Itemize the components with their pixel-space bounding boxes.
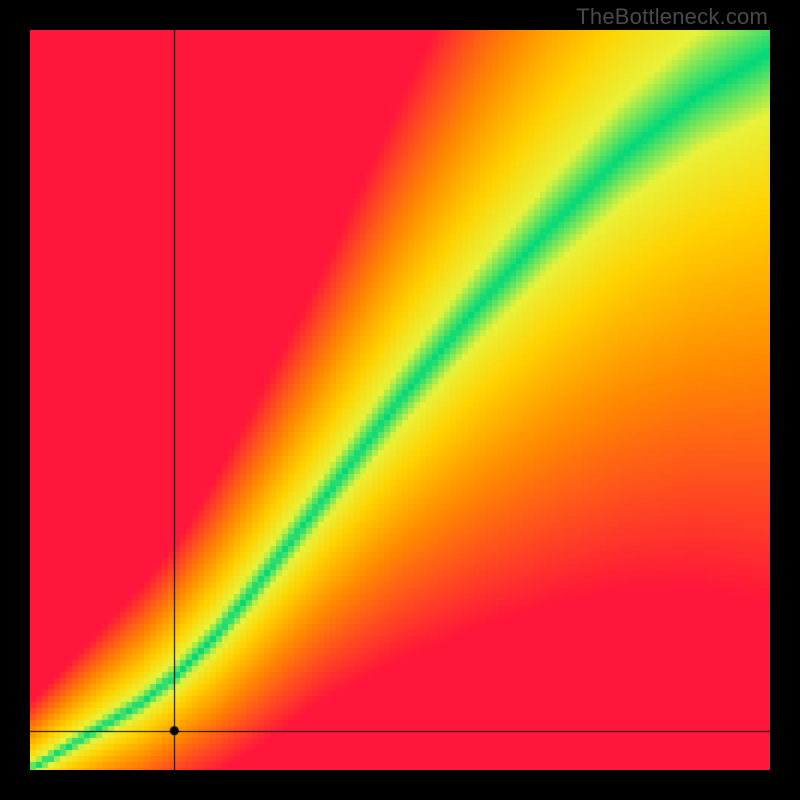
watermark-text: TheBottleneck.com [576, 4, 768, 30]
heatmap-plot [30, 30, 770, 770]
crosshair-overlay [30, 30, 770, 770]
chart-frame: TheBottleneck.com [0, 0, 800, 800]
